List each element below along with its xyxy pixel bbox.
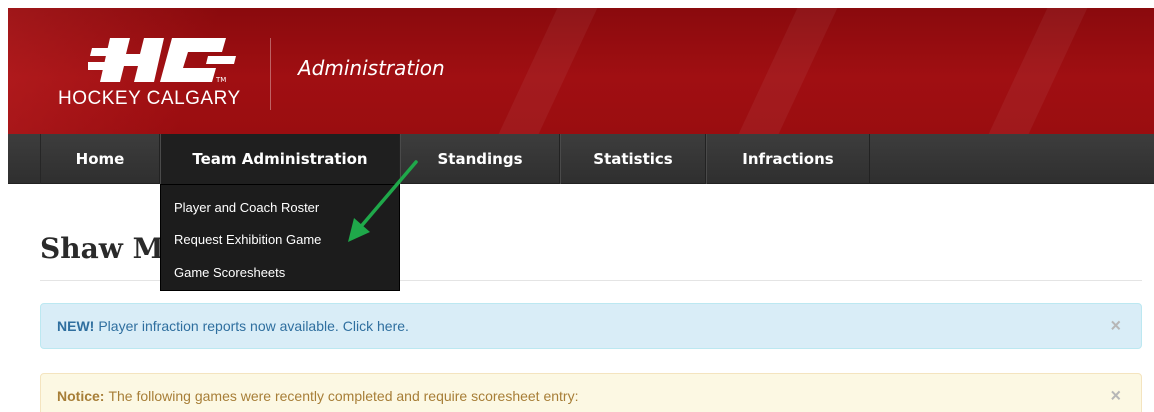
menu-item-game-scoresheets[interactable]: Game Scoresheets	[161, 256, 399, 289]
admin-title: Administration	[298, 56, 445, 80]
logo-text: HOCKEY CALGARY	[58, 88, 241, 109]
site-header: TM HOCKEY CALGARY Administration	[8, 8, 1154, 134]
nav-statistics-label: Statistics	[593, 150, 673, 168]
arrow-pointer-icon	[348, 160, 418, 242]
notice-alert-text: The following games were recently comple…	[108, 387, 579, 404]
page-title: Shaw M	[40, 232, 164, 265]
info-alert-strong: NEW!	[57, 318, 95, 334]
notice-alert-strong: Notice:	[57, 387, 105, 404]
nav-infractions[interactable]: Infractions	[706, 134, 870, 184]
nav-home[interactable]: Home	[40, 134, 160, 184]
info-alert-link[interactable]: Click here.	[343, 318, 409, 334]
nav-infractions-label: Infractions	[742, 150, 834, 168]
header-divider	[270, 38, 271, 110]
header-stripe	[988, 8, 1088, 134]
svg-text:TM: TM	[215, 76, 226, 84]
main-navbar: Home Team Administration Standings Stati…	[8, 134, 1154, 184]
header-stripe	[498, 8, 598, 134]
info-alert: NEW! Player infraction reports now avail…	[40, 303, 1142, 349]
close-icon[interactable]: ×	[1110, 385, 1121, 406]
close-icon[interactable]: ×	[1110, 316, 1121, 337]
hc-logo-icon: TM	[88, 38, 236, 84]
info-alert-text: Player infraction reports now available.	[98, 318, 339, 334]
nav-standings-label: Standings	[437, 150, 523, 168]
nav-home-label: Home	[75, 150, 125, 168]
header-stripe	[738, 8, 838, 134]
notice-alert: Notice: The following games were recentl…	[40, 373, 1142, 412]
hockey-calgary-logo[interactable]: TM HOCKEY CALGARY	[58, 30, 268, 120]
nav-statistics[interactable]: Statistics	[560, 134, 706, 184]
